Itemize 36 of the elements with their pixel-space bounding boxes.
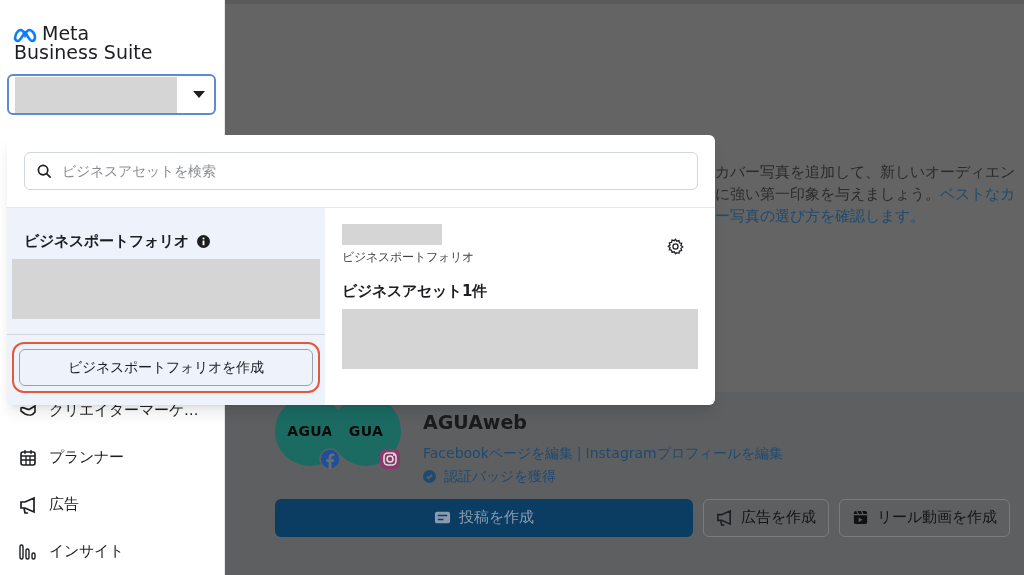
action-button[interactable]: リール動画を作成 [839,498,1010,537]
megaphone-icon [19,495,37,514]
assets-heading: ビジネスアセット1件 [342,281,489,302]
search-field[interactable]: ビジネスアセットを検索 [24,152,698,190]
nav-item[interactable]: インサイト [0,528,224,575]
info-icon [197,234,210,248]
avatar-text: GUA [348,421,384,441]
action-button[interactable]: 広告を作成 [703,498,829,537]
verify-badge-link[interactable]: 認証バッジを獲得 [444,465,556,487]
cover-guide-link[interactable]: ー写真の選び方を確認します。 [715,208,925,224]
nav-item[interactable]: 広告 [0,481,224,528]
verified-badge-icon [423,469,436,483]
portfolio-type-label: ビジネスポートフォリオ [342,249,474,266]
edit-profile-link[interactable]: Facebookページを編集 [423,442,573,464]
settings-icon [667,238,684,255]
facebook-icon [319,448,341,470]
logo-text: Meta [42,24,91,43]
create-portfolio-button[interactable]: ビジネスポートフォリオを作成 [19,348,313,386]
search-icon [37,164,52,179]
logo-text: Business Suite [14,43,153,62]
nav-item[interactable]: プランナー [0,434,224,481]
link-separator: | [576,443,582,464]
caret-icon [193,90,205,99]
account-dropdown[interactable] [7,74,216,115]
bar-chart-icon [19,542,37,561]
megaphone-icon [716,509,733,526]
page-name: AGUAweb [423,410,528,435]
avatar-text: AGUA [287,421,333,441]
cover-guide-link[interactable]: ベストなカ [940,186,1015,202]
action-button[interactable]: 投稿を作成 [275,498,693,537]
clapperboard-icon [852,509,869,526]
meta-logo-icon [12,27,38,43]
portfolio-heading: ビジネスポートフォリオ [24,231,189,252]
calendar-icon [19,448,37,467]
post-icon [434,509,451,526]
instagram-icon [379,448,401,470]
